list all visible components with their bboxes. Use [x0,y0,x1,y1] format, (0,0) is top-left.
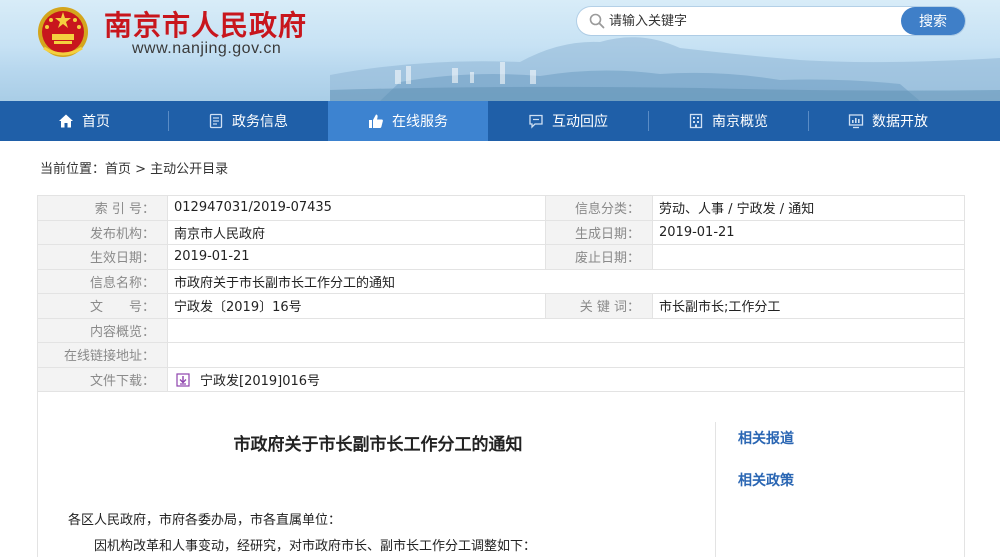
nav-item-nanjing-overview[interactable]: 南京概览 [648,101,808,141]
nav-item-interaction[interactable]: 互动回应 [488,101,648,141]
file-download-label: 文件下载： [37,366,168,392]
sidebar-divider [715,422,716,557]
created-date-label: 生成日期： [545,219,653,245]
chat-icon [529,114,543,129]
search-icon [589,13,605,29]
nav-item-label: 首页 [82,114,110,130]
body-paragraph: 因机构改革和人事变动，经研究，对市政府市长、副市长工作分工调整如下： [94,539,537,554]
nav-item-home[interactable]: 首页 [0,101,168,141]
header-banner: 南京市人民政府 www.nanjing.gov.cn 搜索 [0,0,1000,101]
search-button[interactable]: 搜索 [901,7,965,35]
home-icon [59,114,73,128]
keywords-value: 市长副市长;工作分工 [652,293,965,319]
table-row: 生效日期： 2019-01-21 废止日期： [37,244,965,270]
nav-item-open-data[interactable]: 数据开放 [808,101,968,141]
chart-icon [848,114,864,129]
table-row: 文件下载： 宁政发[2019]016号 [37,366,965,392]
online-link-label: 在线链接地址： [37,342,168,368]
breadcrumb: 当前位置：首页 > 主动公开目录 [40,162,229,177]
info-name-label: 信息名称： [37,268,168,294]
table-row: 信息名称： 市政府关于市长副市长工作分工的通知 [37,268,965,294]
document-content: 市政府关于市长副市长工作分工的通知 相关报道 相关政策 各区人民政府，市府各委办… [37,392,965,557]
created-date-value: 2019-01-21 [652,219,965,245]
nav-item-label: 政务信息 [232,114,288,130]
doc-number-label: 文 号： [37,293,168,319]
nav-item-label: 在线服务 [392,114,448,130]
nav-item-label: 互动回应 [552,114,608,130]
nav-item-government-info[interactable]: 政务信息 [168,101,328,141]
index-number-value: 012947031/2019-07435 [167,195,546,221]
effective-date-value: 2019-01-21 [167,244,546,270]
document-metadata-table: 索 引 号： 012947031/2019-07435 信息分类： 劳动、人事 … [37,195,965,392]
search-bar: 搜索 [577,7,965,35]
summary-label: 内容概览： [37,317,168,343]
publisher-value: 南京市人民政府 [167,219,546,245]
table-row: 发布机构： 南京市人民政府 生成日期： 2019-01-21 [37,219,965,245]
salutation-paragraph: 各区人民政府，市府各委办局，市各直属单位： [68,513,342,528]
document-title: 市政府关于市长副市长工作分工的通知 [233,435,523,455]
related-policies-link[interactable]: 相关政策 [738,470,794,490]
download-icon[interactable] [176,373,190,387]
related-reports-link[interactable]: 相关报道 [738,428,794,448]
effective-date-label: 生效日期： [37,244,168,270]
index-number-label: 索 引 号： [37,195,168,221]
nav-item-label: 南京概览 [712,114,768,130]
summary-value [167,317,965,343]
document-icon [209,113,223,129]
table-row: 内容概览： [37,317,965,343]
publisher-label: 发布机构： [37,219,168,245]
doc-number-value: 宁政发〔2019〕16号 [167,293,546,319]
expire-date-value [652,244,965,270]
thumbs-up-icon [369,114,383,128]
file-download-cell: 宁政发[2019]016号 [167,366,965,392]
national-emblem-logo [38,7,88,57]
table-row: 文 号： 宁政发〔2019〕16号 关 键 词： 市长副市长;工作分工 [37,293,965,319]
main-nav: 首页 政务信息 在线服务 互动回应 南京概览 数据开放 [0,101,1000,141]
category-label: 信息分类： [545,195,653,221]
table-row: 索 引 号： 012947031/2019-07435 信息分类： 劳动、人事 … [37,195,965,221]
building-icon [689,113,703,129]
site-title: 南京市人民政府 [104,9,308,42]
keywords-label: 关 键 词： [545,293,653,319]
search-input[interactable] [609,11,889,31]
file-download-link[interactable]: 宁政发[2019]016号 [200,374,320,389]
site-url: www.nanjing.gov.cn [132,40,282,57]
expire-date-label: 废止日期： [545,244,653,270]
table-row: 在线链接地址： [37,342,965,368]
nav-item-label: 数据开放 [872,114,928,130]
info-name-value: 市政府关于市长副市长工作分工的通知 [167,268,965,294]
category-value: 劳动、人事 / 宁政发 / 通知 [652,195,965,221]
online-link-value [167,342,965,368]
nav-item-online-services[interactable]: 在线服务 [328,101,488,141]
